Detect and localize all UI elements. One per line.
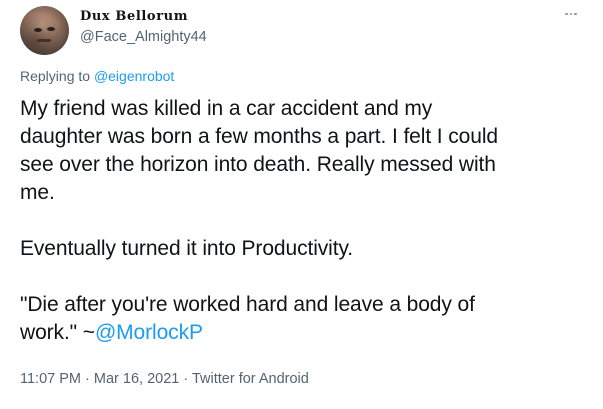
more-horizontal-icon-dot-3 <box>574 12 577 16</box>
author-display-name[interactable]: Dux Bellorum <box>80 9 188 24</box>
tweet-quote-end: work." ~ <box>20 321 95 344</box>
avatar-eye-left <box>34 28 42 32</box>
tweet-line-with-mention: work." ~@MorlockP <box>20 319 590 347</box>
tweet-line: My friend was killed in a car accident a… <box>20 97 433 120</box>
tweet-line: daughter was born a few months a part. I… <box>20 125 498 148</box>
replying-to-label: Replying to <box>20 68 94 84</box>
tweet-line: see over the horizon into death. Really … <box>20 153 496 176</box>
replying-to-line: Replying to @eigenrobot <box>20 68 174 84</box>
meta-separator: · <box>81 371 94 387</box>
tweet-line: me. <box>20 181 55 204</box>
avatar[interactable] <box>20 6 69 55</box>
meta-separator: · <box>179 371 192 387</box>
author-handle[interactable]: @Face_Almighty44 <box>80 29 207 45</box>
avatar-shade <box>20 6 69 55</box>
tweet-time-link[interactable]: 11:07 PM <box>20 371 81 387</box>
tweet-meta: 11:07 PM · Mar 16, 2021 · Twitter for An… <box>20 371 309 387</box>
tweet-text: My friend was killed in a car accident a… <box>20 95 590 347</box>
more-horizontal-icon-dot-2 <box>569 12 573 16</box>
more-options-button[interactable] <box>559 6 583 22</box>
morlockp-mention-link[interactable]: @MorlockP <box>95 321 203 344</box>
tweet-line: "Die after you're worked hard and leave … <box>20 293 475 316</box>
avatar-eye-right <box>47 27 55 31</box>
tweet-card: Dux Bellorum @Face_Almighty44 Replying t… <box>0 0 603 409</box>
reply-mention-link[interactable]: @eigenrobot <box>94 68 174 84</box>
more-horizontal-icon <box>565 12 568 16</box>
tweet-date-link[interactable]: Mar 16, 2021 <box>94 371 179 387</box>
tweet-client-link[interactable]: Twitter for Android <box>192 371 309 387</box>
tweet-line: Eventually turned it into Productivity. <box>20 237 354 260</box>
avatar-mouth <box>37 39 51 42</box>
